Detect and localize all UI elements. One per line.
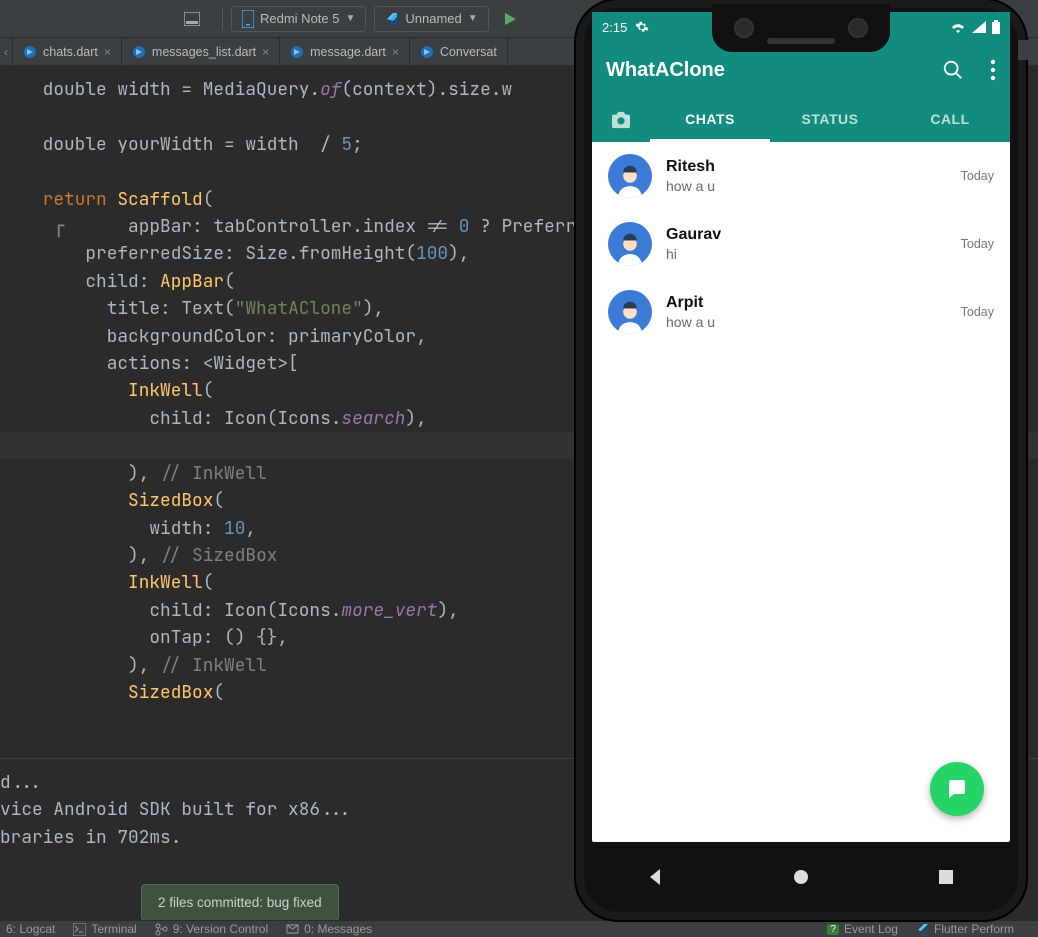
status-bar: 6: Logcat Terminal 9: Version Control 0:… <box>0 920 1038 937</box>
flutter-perf-tab[interactable]: Flutter Perform <box>916 922 1014 936</box>
eventlog-tab[interactable]: ? Event Log <box>827 922 898 936</box>
android-nav-bar <box>584 842 1018 912</box>
tab-chats[interactable]: chats.dart × <box>13 38 122 65</box>
tab-status[interactable]: STATUS <box>770 98 890 142</box>
chat-time: Today <box>961 305 994 319</box>
close-icon[interactable]: × <box>104 45 111 59</box>
terminal-tab[interactable]: Terminal <box>73 922 136 936</box>
chat-row[interactable]: Ritesh how a u Today <box>592 142 1010 210</box>
chat-msg: how a u <box>666 178 947 194</box>
camera-tab[interactable] <box>592 98 650 142</box>
chat-name: Arpit <box>666 294 947 312</box>
signal-icon <box>972 21 986 33</box>
chat-list: Ritesh how a u Today Gaurav hi Today <box>592 142 1010 346</box>
tab-call[interactable]: CALL <box>890 98 1010 142</box>
device-selector[interactable]: Redmi Note 5 ▼ <box>231 6 366 32</box>
chat-row[interactable]: Arpit how a u Today <box>592 278 1010 346</box>
wifi-icon <box>950 21 966 33</box>
tab-conversation[interactable]: Conversat <box>410 38 508 65</box>
chevron-down-icon: ▼ <box>345 13 355 24</box>
chat-time: Today <box>961 237 994 251</box>
tab-messages-list[interactable]: messages_list.dart × <box>122 38 280 65</box>
tab-overflow[interactable]: ‹ <box>0 38 13 65</box>
commit-toast: 2 files committed: bug fixed <box>141 884 339 921</box>
logcat-tab[interactable]: 6: Logcat <box>6 922 55 936</box>
close-icon[interactable]: × <box>392 45 399 59</box>
chat-time: Today <box>961 169 994 183</box>
tab-chats[interactable]: CHATS <box>650 98 770 142</box>
tab-message[interactable]: message.dart × <box>280 38 410 65</box>
close-icon[interactable]: × <box>262 45 269 59</box>
tab-bar: CHATS STATUS CALL <box>592 98 1010 142</box>
chat-msg: how a u <box>666 314 947 330</box>
chevron-down-icon: ▼ <box>468 13 478 24</box>
chat-row[interactable]: Gaurav hi Today <box>592 210 1010 278</box>
new-chat-fab[interactable] <box>930 762 984 816</box>
phone-screen: 2:15 WhatAClone <box>592 12 1010 842</box>
config-label: Unnamed <box>405 11 461 26</box>
messages-tab[interactable]: 0: Messages <box>286 922 372 936</box>
nav-recent[interactable] <box>934 865 958 889</box>
gear-icon <box>635 20 649 34</box>
chat-name: Gaurav <box>666 226 947 244</box>
nav-back[interactable] <box>644 865 668 889</box>
vcs-tab[interactable]: 9: Version Control <box>155 922 268 936</box>
more-vert-icon[interactable] <box>990 59 996 81</box>
battery-icon <box>992 20 1000 34</box>
avatar <box>608 222 652 266</box>
search-icon[interactable] <box>942 59 964 81</box>
chat-name: Ritesh <box>666 158 947 176</box>
status-time: 2:15 <box>602 20 627 35</box>
phone-notch <box>712 4 890 52</box>
avatar <box>608 290 652 334</box>
android-emulator: 2:15 WhatAClone <box>576 0 1026 920</box>
emulator-side-handle[interactable] <box>1018 40 1032 60</box>
app-title: WhatAClone <box>606 59 725 82</box>
run-button[interactable] <box>497 6 523 32</box>
nav-home[interactable] <box>789 865 813 889</box>
avatar <box>608 154 652 198</box>
layout-icon[interactable] <box>178 6 206 32</box>
chat-msg: hi <box>666 246 947 262</box>
device-label: Redmi Note 5 <box>260 11 339 26</box>
run-config-selector[interactable]: Unnamed ▼ <box>374 6 488 32</box>
